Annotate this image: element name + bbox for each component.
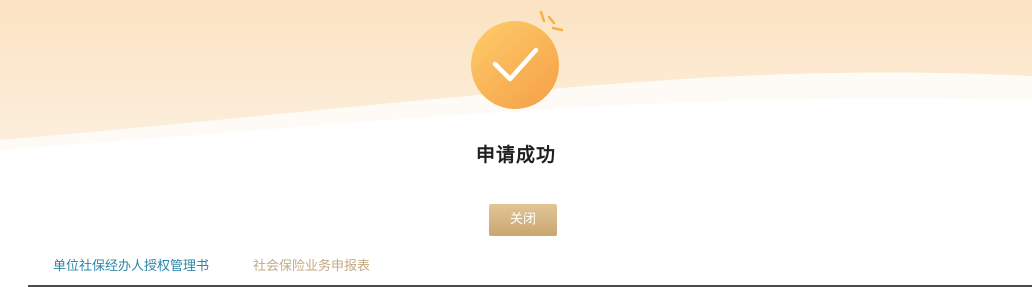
check-circle-icon (471, 10, 564, 109)
page-title: 申请成功 (475, 144, 556, 166)
tab-bar: 单位社保经办人授权管理书 社会保险业务申报表 (0, 254, 1032, 287)
sparkle-icon (539, 10, 564, 32)
close-button[interactable]: 关闭 (489, 204, 557, 236)
tab-insurance-declaration[interactable]: 社会保险业务申报表 (253, 254, 370, 280)
tab-authorization-letter[interactable]: 单位社保经办人授权管理书 (53, 254, 209, 280)
